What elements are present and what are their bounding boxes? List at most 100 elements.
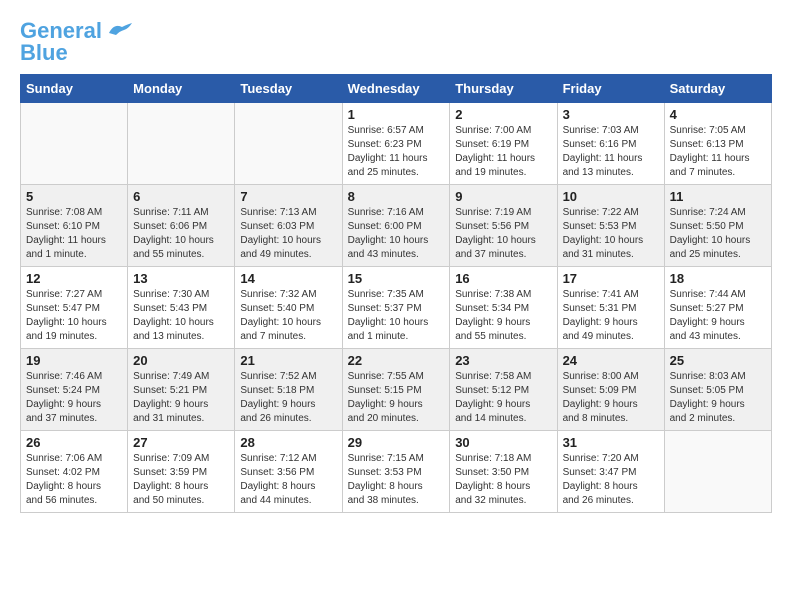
day-number: 16 <box>455 271 551 286</box>
day-number: 14 <box>240 271 336 286</box>
day-info: Sunrise: 7:41 AM Sunset: 5:31 PM Dayligh… <box>563 288 659 344</box>
day-info: Sunrise: 7:38 AM Sunset: 5:34 PM Dayligh… <box>455 288 551 344</box>
day-info: Sunrise: 7:11 AM Sunset: 6:06 PM Dayligh… <box>133 206 229 262</box>
day-info: Sunrise: 7:35 AM Sunset: 5:37 PM Dayligh… <box>348 288 445 344</box>
calendar-cell: 29Sunrise: 7:15 AM Sunset: 3:53 PM Dayli… <box>342 431 450 513</box>
calendar-week-row: 5 Sunrise: 7:08 AM Sunset: 6:10 PM Daylig… <box>21 185 772 267</box>
day-number: 26 <box>26 435 122 450</box>
calendar-week-row: 19 Sunrise: 7:46 AM Sunset: 5:24 PM Dayli… <box>21 349 772 431</box>
day-info: Sunrise: 7:44 AM Sunset: 5:27 PM Dayligh… <box>670 288 766 344</box>
day-number: 27 <box>133 435 229 450</box>
calendar-cell: 16 Sunrise: 7:38 AM Sunset: 5:34 PM Dayli… <box>450 267 557 349</box>
calendar-cell: 3 Sunrise: 7:03 AM Sunset: 6:16 PM Daylig… <box>557 103 664 185</box>
calendar-cell: 19 Sunrise: 7:46 AM Sunset: 5:24 PM Dayli… <box>21 349 128 431</box>
calendar-cell: 18 Sunrise: 7:44 AM Sunset: 5:27 PM Dayli… <box>664 267 771 349</box>
day-info: Sunrise: 7:08 AM Sunset: 6:10 PM Dayligh… <box>26 206 122 262</box>
day-info: Sunrise: 7:16 AM Sunset: 6:00 PM Dayligh… <box>348 206 445 262</box>
page-header: General Blue <box>20 20 772 64</box>
day-number: 9 <box>455 189 551 204</box>
day-info: Sunrise: 7:58 AM Sunset: 5:12 PM Dayligh… <box>455 370 551 426</box>
calendar-cell: 6 Sunrise: 7:11 AM Sunset: 6:06 PM Daylig… <box>128 185 235 267</box>
day-info: Sunrise: 7:19 AM Sunset: 5:56 PM Dayligh… <box>455 206 551 262</box>
calendar-cell: 4 Sunrise: 7:05 AM Sunset: 6:13 PM Daylig… <box>664 103 771 185</box>
calendar-cell: 23 Sunrise: 7:58 AM Sunset: 5:12 PM Dayli… <box>450 349 557 431</box>
calendar-cell: 13 Sunrise: 7:30 AM Sunset: 5:43 PM Dayli… <box>128 267 235 349</box>
calendar-cell: 30Sunrise: 7:18 AM Sunset: 3:50 PM Dayli… <box>450 431 557 513</box>
day-info: Sunrise: 7:20 AM Sunset: 3:47 PM Dayligh… <box>563 452 659 508</box>
day-number: 7 <box>240 189 336 204</box>
day-number: 11 <box>670 189 766 204</box>
day-info: Sunrise: 7:30 AM Sunset: 5:43 PM Dayligh… <box>133 288 229 344</box>
day-info: Sunrise: 7:46 AM Sunset: 5:24 PM Dayligh… <box>26 370 122 426</box>
weekday-header-tuesday: Tuesday <box>235 75 342 103</box>
day-info: Sunrise: 7:03 AM Sunset: 6:16 PM Dayligh… <box>563 124 659 180</box>
calendar-cell: 2 Sunrise: 7:00 AM Sunset: 6:19 PM Daylig… <box>450 103 557 185</box>
calendar-cell <box>235 103 342 185</box>
day-info: Sunrise: 7:24 AM Sunset: 5:50 PM Dayligh… <box>670 206 766 262</box>
logo-blue: Blue <box>20 40 68 65</box>
day-number: 2 <box>455 107 551 122</box>
day-number: 30 <box>455 435 551 450</box>
calendar-cell: 9 Sunrise: 7:19 AM Sunset: 5:56 PM Daylig… <box>450 185 557 267</box>
calendar-cell: 1 Sunrise: 6:57 AM Sunset: 6:23 PM Daylig… <box>342 103 450 185</box>
day-info: Sunrise: 6:57 AM Sunset: 6:23 PM Dayligh… <box>348 124 445 180</box>
day-number: 1 <box>348 107 445 122</box>
calendar-week-row: 1 Sunrise: 6:57 AM Sunset: 6:23 PM Daylig… <box>21 103 772 185</box>
day-info: Sunrise: 7:27 AM Sunset: 5:47 PM Dayligh… <box>26 288 122 344</box>
calendar-week-row: 12 Sunrise: 7:27 AM Sunset: 5:47 PM Dayli… <box>21 267 772 349</box>
day-number: 31 <box>563 435 659 450</box>
day-number: 24 <box>563 353 659 368</box>
day-number: 12 <box>26 271 122 286</box>
day-number: 19 <box>26 353 122 368</box>
weekday-header-wednesday: Wednesday <box>342 75 450 103</box>
day-info: Sunrise: 7:09 AM Sunset: 3:59 PM Dayligh… <box>133 452 229 508</box>
weekday-header-saturday: Saturday <box>664 75 771 103</box>
day-number: 20 <box>133 353 229 368</box>
calendar-cell <box>128 103 235 185</box>
calendar-cell <box>664 431 771 513</box>
calendar-week-row: 26 Sunrise: 7:06 AM Sunset: 4:02 PM Dayli… <box>21 431 772 513</box>
day-number: 13 <box>133 271 229 286</box>
day-info: Sunrise: 7:52 AM Sunset: 5:18 PM Dayligh… <box>240 370 336 426</box>
day-info: Sunrise: 7:13 AM Sunset: 6:03 PM Dayligh… <box>240 206 336 262</box>
calendar-cell: 24 Sunrise: 8:00 AM Sunset: 5:09 PM Dayli… <box>557 349 664 431</box>
day-info: Sunrise: 7:00 AM Sunset: 6:19 PM Dayligh… <box>455 124 551 180</box>
day-number: 28 <box>240 435 336 450</box>
day-number: 22 <box>348 353 445 368</box>
weekday-header-friday: Friday <box>557 75 664 103</box>
day-number: 8 <box>348 189 445 204</box>
day-info: Sunrise: 7:12 AM Sunset: 3:56 PM Dayligh… <box>240 452 336 508</box>
weekday-header-monday: Monday <box>128 75 235 103</box>
day-info: Sunrise: 7:55 AM Sunset: 5:15 PM Dayligh… <box>348 370 445 426</box>
calendar-cell: 15Sunrise: 7:35 AM Sunset: 5:37 PM Dayli… <box>342 267 450 349</box>
calendar-cell: 10Sunrise: 7:22 AM Sunset: 5:53 PM Dayli… <box>557 185 664 267</box>
logo-bird-icon <box>104 21 134 46</box>
calendar-cell: 28 Sunrise: 7:12 AM Sunset: 3:56 PM Dayli… <box>235 431 342 513</box>
weekday-header-thursday: Thursday <box>450 75 557 103</box>
day-number: 23 <box>455 353 551 368</box>
day-number: 25 <box>670 353 766 368</box>
day-info: Sunrise: 7:49 AM Sunset: 5:21 PM Dayligh… <box>133 370 229 426</box>
calendar-header-row: SundayMondayTuesdayWednesdayThursdayFrid… <box>21 75 772 103</box>
day-number: 18 <box>670 271 766 286</box>
logo: General Blue <box>20 20 134 64</box>
calendar-cell: 7 Sunrise: 7:13 AM Sunset: 6:03 PM Daylig… <box>235 185 342 267</box>
day-info: Sunrise: 7:05 AM Sunset: 6:13 PM Dayligh… <box>670 124 766 180</box>
calendar-cell <box>21 103 128 185</box>
calendar-cell: 27 Sunrise: 7:09 AM Sunset: 3:59 PM Dayli… <box>128 431 235 513</box>
calendar-table: SundayMondayTuesdayWednesdayThursdayFrid… <box>20 74 772 513</box>
calendar-cell: 12 Sunrise: 7:27 AM Sunset: 5:47 PM Dayli… <box>21 267 128 349</box>
calendar-cell: 25 Sunrise: 8:03 AM Sunset: 5:05 PM Dayli… <box>664 349 771 431</box>
day-info: Sunrise: 8:00 AM Sunset: 5:09 PM Dayligh… <box>563 370 659 426</box>
day-info: Sunrise: 8:03 AM Sunset: 5:05 PM Dayligh… <box>670 370 766 426</box>
day-number: 4 <box>670 107 766 122</box>
calendar-cell: 26 Sunrise: 7:06 AM Sunset: 4:02 PM Dayli… <box>21 431 128 513</box>
calendar-cell: 22 Sunrise: 7:55 AM Sunset: 5:15 PM Dayli… <box>342 349 450 431</box>
day-number: 5 <box>26 189 122 204</box>
day-number: 6 <box>133 189 229 204</box>
calendar-cell: 11 Sunrise: 7:24 AM Sunset: 5:50 PM Dayli… <box>664 185 771 267</box>
day-info: Sunrise: 7:06 AM Sunset: 4:02 PM Dayligh… <box>26 452 122 508</box>
day-info: Sunrise: 7:22 AM Sunset: 5:53 PM Dayligh… <box>563 206 659 262</box>
calendar-cell: 8 Sunrise: 7:16 AM Sunset: 6:00 PM Daylig… <box>342 185 450 267</box>
day-number: 3 <box>563 107 659 122</box>
